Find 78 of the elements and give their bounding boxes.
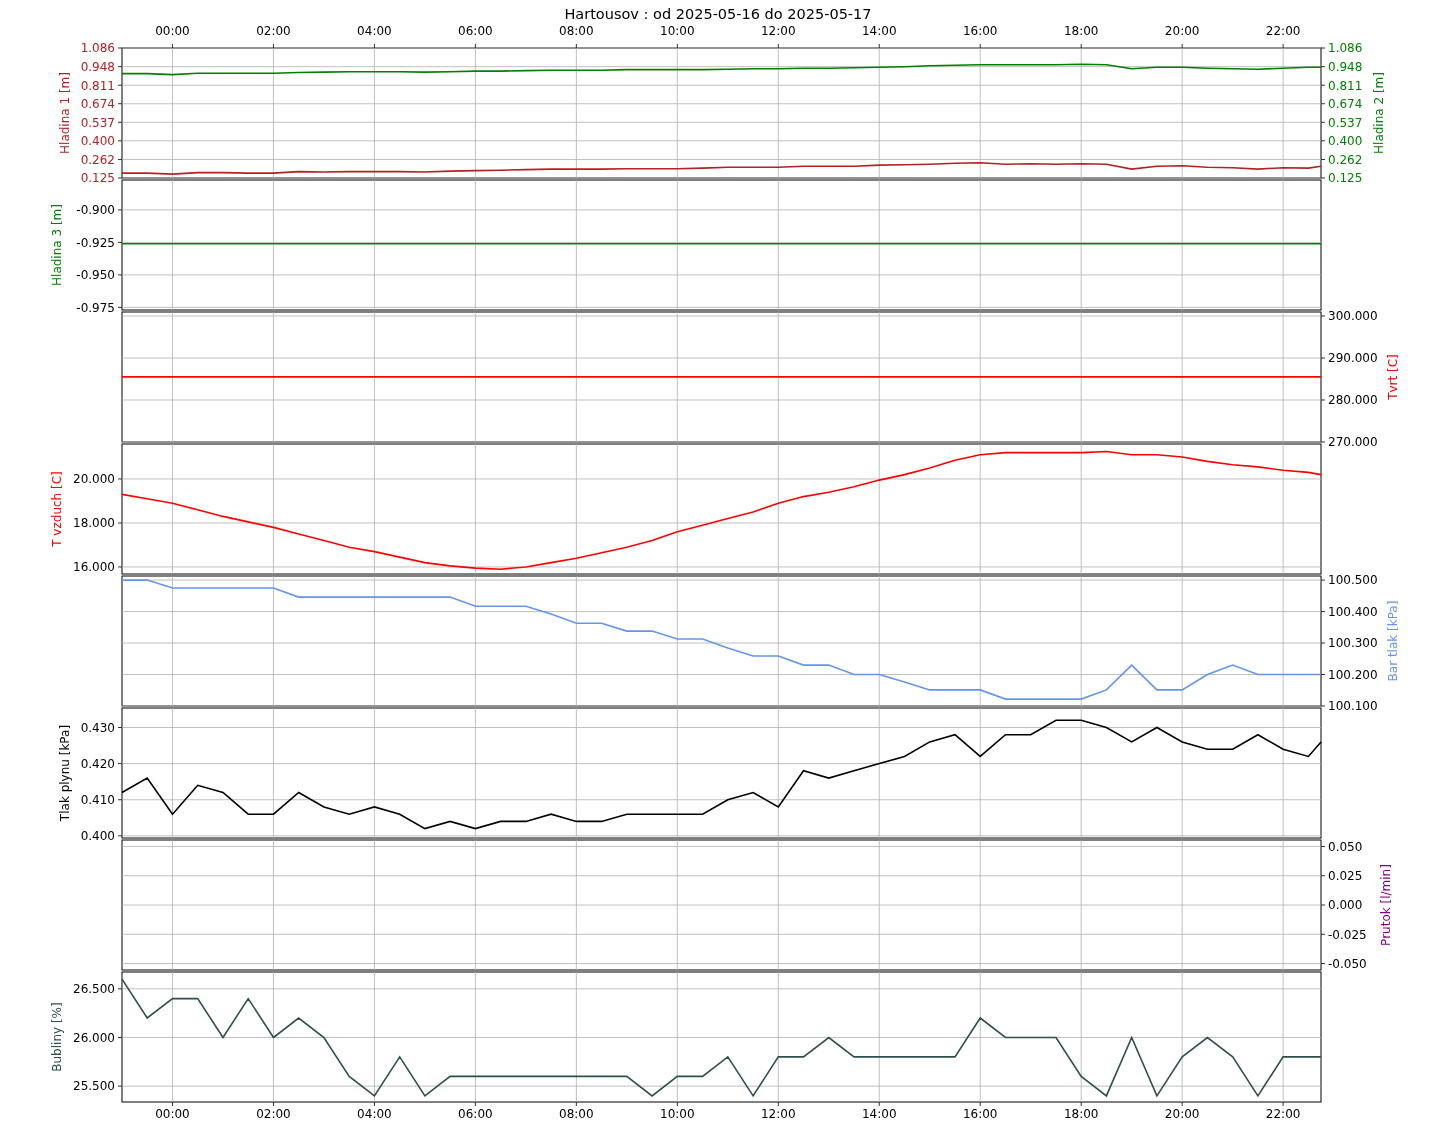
tick-label: 22:00	[1265, 1107, 1301, 1121]
tick-label: -0.950	[76, 268, 115, 283]
axis-label: Bar tlak [kPa]	[1386, 600, 1401, 682]
axis-label: Bubliny [%]	[50, 1002, 65, 1072]
tick-label: 16:00	[962, 24, 998, 38]
tick-label: 00:00	[155, 24, 190, 38]
tick-label: 02:00	[256, 1107, 291, 1121]
axis-label: T vzduch [C]	[50, 471, 65, 547]
tick-label: 270.000	[1328, 435, 1378, 450]
tick-label: 0.811	[1328, 78, 1363, 93]
tick-label: 16:00	[962, 1107, 998, 1121]
tick-label: 0.674	[1328, 97, 1363, 112]
tick-label: 14:00	[861, 1107, 897, 1121]
tick-label: 0.025	[1328, 869, 1363, 883]
tick-label: -0.900	[76, 203, 115, 218]
tick-label: 20:00	[1164, 24, 1200, 38]
tick-label: 25.500	[73, 1079, 115, 1094]
tick-label: 0.262	[80, 152, 115, 167]
tick-label: 14:00	[861, 24, 897, 38]
tick-label: 100.100	[1328, 699, 1378, 714]
axis-label: Hladina 3 [m]	[50, 204, 65, 286]
tick-label: 04:00	[357, 1107, 392, 1121]
tick-label: 290.000	[1328, 351, 1378, 366]
tick-label: 0.410	[80, 793, 115, 807]
tick-label: 26.000	[73, 1030, 115, 1045]
tick-label: 20.000	[73, 472, 115, 487]
tick-label: 18:00	[1063, 1107, 1099, 1121]
tick-label: 18.000	[73, 516, 115, 531]
tick-label: 16.000	[73, 560, 115, 575]
axis-label: Tlak plynu [kPa]	[57, 724, 72, 822]
tick-label: 02:00	[256, 24, 291, 38]
tick-label: 280.000	[1328, 393, 1378, 408]
tick-label: 22:00	[1265, 24, 1301, 38]
tick-label: 0.811	[80, 78, 115, 93]
tick-label: 0.400	[80, 134, 115, 149]
tick-label: 0.420	[80, 756, 115, 771]
tick-label: 0.537	[80, 115, 115, 130]
tick-label: 00:00	[155, 1107, 190, 1121]
tick-label: -0.050	[1328, 956, 1367, 971]
tick-label: 100.500	[1328, 573, 1378, 588]
tick-label: 18:00	[1063, 24, 1099, 38]
tick-label: 100.400	[1328, 604, 1378, 619]
tick-label: 300.000	[1328, 309, 1378, 324]
tick-label: 100.200	[1328, 667, 1378, 682]
tick-label: -0.975	[76, 300, 115, 315]
tick-label: 0.537	[1328, 115, 1363, 130]
tick-label: -0.025	[1328, 927, 1367, 942]
tick-label: 0.674	[80, 97, 115, 112]
tick-label: 0.400	[80, 829, 115, 844]
tick-label: 10:00	[660, 24, 695, 38]
tick-label: 0.125	[1328, 171, 1363, 186]
tick-label: 26.500	[73, 982, 115, 997]
tick-label: 100.300	[1328, 636, 1378, 651]
axis-label: Hladina 1 [m]	[57, 72, 72, 154]
tick-label: 0.948	[80, 59, 115, 74]
axis-label: Tvrt [C]	[1386, 354, 1401, 400]
tick-label: 0.262	[1328, 152, 1363, 167]
tick-label: 0.430	[80, 720, 115, 735]
tick-label: 1.086	[1328, 41, 1363, 56]
axis-label: Prutok [l/min]	[1378, 864, 1393, 946]
tick-label: 0.948	[1328, 59, 1363, 74]
tick-label: -0.925	[76, 235, 115, 250]
tick-label: 0.125	[80, 171, 115, 186]
tick-label: 1.086	[80, 41, 115, 56]
tick-label: 06:00	[458, 24, 493, 38]
tick-label: 04:00	[357, 24, 392, 38]
tick-label: 0.050	[1328, 839, 1363, 854]
tick-label: 20:00	[1164, 1107, 1200, 1121]
axis-label: Hladina 2 [m]	[1371, 72, 1386, 154]
tick-label: 12:00	[761, 24, 796, 38]
tick-label: 06:00	[458, 1107, 493, 1121]
tick-label: 08:00	[559, 1107, 594, 1121]
tick-label: 08:00	[559, 24, 594, 38]
tick-label: 0.000	[1328, 898, 1363, 913]
tick-label: 10:00	[660, 1107, 695, 1121]
tick-label: 0.400	[1328, 134, 1363, 149]
tick-label: 12:00	[761, 1107, 796, 1121]
chart-title: Hartousov : od 2025-05-16 do 2025-05-17	[564, 5, 872, 23]
